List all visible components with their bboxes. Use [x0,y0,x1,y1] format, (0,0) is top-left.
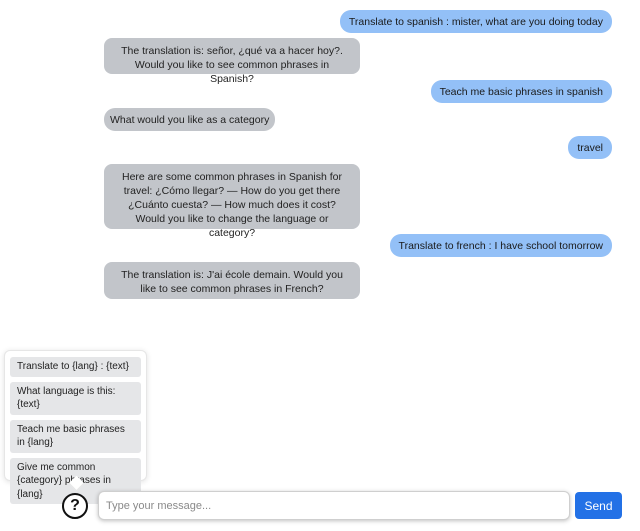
user-message: Translate to french : I have school tomo… [389,234,612,257]
user-message: Translate to spanish : mister, what are … [339,10,612,33]
suggestion-item[interactable]: Translate to {lang} : {text} [10,357,141,377]
user-message: Teach me basic phrases in spanish [430,80,612,103]
bot-message: What would you like as a category [104,108,276,131]
message-input[interactable] [98,491,570,520]
suggestions-popup: Translate to {lang} : {text} What langua… [4,350,147,504]
user-message: travel [568,136,612,159]
send-button[interactable]: Send [575,492,622,519]
suggestion-item[interactable]: What language is this: {text} [10,381,141,415]
question-circle-icon[interactable]: ? [62,493,88,519]
suggestion-item[interactable]: Teach me basic phrases in {lang} [10,419,141,453]
bot-message: The translation is: señor, ¿qué va a hac… [104,38,360,85]
bot-message: The translation is: J'ai école demain. W… [104,262,360,299]
bot-message: Here are some common phrases in Spanish … [104,164,360,239]
